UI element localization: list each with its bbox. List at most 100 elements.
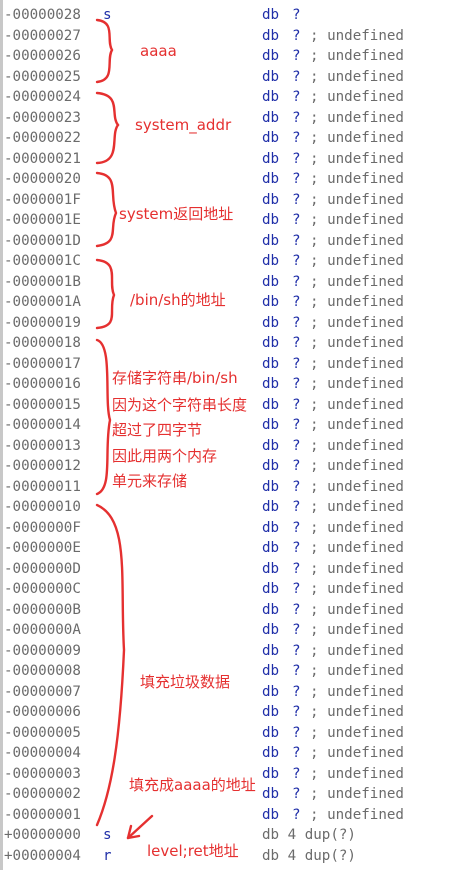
annotation-binsh-addr: /bin/sh的地址 (130, 291, 226, 309)
annotation-fill-aaaa-addr: 填充成aaaa的地址 (129, 776, 256, 794)
operand-value: ? (292, 478, 301, 495)
stack-row[interactable]: -0000000D db? ; undefined (0, 559, 452, 580)
comment-text: ; undefined (310, 581, 404, 597)
offset-label: -00000016 (4, 376, 81, 392)
comment-text: ; undefined (310, 437, 404, 454)
annotation-store-line-1: 存储字符串/bin/sh (112, 369, 238, 387)
annotation-store-line-2: 因为这个字符串长度 (112, 396, 248, 414)
directive-keyword: db (262, 376, 280, 392)
stack-row[interactable]: -00000024 db? ; undefined (0, 87, 452, 108)
stack-row[interactable]: -00000011 db? ; undefined (0, 477, 452, 498)
stack-row[interactable]: -00000005 db? ; undefined (0, 723, 452, 744)
comment-text: ; undefined (310, 191, 404, 208)
stack-row[interactable]: -00000010 db? ; undefined (0, 497, 452, 518)
directive-keyword: db (262, 724, 280, 741)
directive-keyword: db (262, 335, 280, 351)
directive-keyword: db (262, 745, 280, 761)
variable-name[interactable]: s (103, 825, 112, 846)
stack-row[interactable]: -00000018 db? ; undefined (0, 333, 452, 354)
operand-value: ? (292, 683, 301, 700)
directive-keyword: db (262, 499, 280, 515)
comment-text: ; undefined (310, 232, 404, 249)
directive-keyword: db (262, 212, 280, 228)
comment-text: ; undefined (310, 109, 404, 126)
stack-row[interactable]: -00000004 db? ; undefined (0, 743, 452, 764)
stack-row[interactable]: -0000001A db? ; undefined (0, 292, 452, 313)
offset-label: -00000025 (4, 68, 81, 85)
offset-label: -0000001D (4, 232, 81, 249)
directive-keyword: db (262, 48, 280, 64)
stack-row[interactable]: -0000001D db? ; undefined (0, 231, 452, 252)
directive-keyword: db 4 dup(?) (262, 847, 356, 864)
directive-keyword: db (262, 601, 280, 618)
offset-label: -00000015 (4, 396, 81, 413)
comment-text: ; undefined (310, 68, 404, 85)
comment-text: ; undefined (310, 27, 404, 44)
offset-label: -00000010 (4, 499, 81, 515)
operand-value: ? (292, 786, 301, 802)
annotation-system-return-addr: system返回地址 (119, 205, 234, 223)
stack-row[interactable]: -00000019 db? ; undefined (0, 313, 452, 334)
offset-label: -00000008 (4, 663, 81, 679)
stack-row[interactable]: -0000001C db? ; undefined (0, 251, 452, 272)
offset-label: -00000023 (4, 109, 81, 126)
comment-text: ; undefined (310, 212, 404, 228)
stack-row[interactable]: -00000025 db? ; undefined (0, 67, 452, 88)
stack-row[interactable]: -0000001B db? ; undefined (0, 272, 452, 293)
stack-row[interactable]: -00000001 db? ; undefined (0, 805, 452, 826)
stack-row[interactable]: -00000028 s db? (0, 5, 452, 26)
directive-keyword: db (262, 581, 280, 597)
comment-text: ; undefined (310, 314, 404, 331)
offset-label: -0000000A (4, 622, 81, 638)
directive-keyword: db (262, 478, 280, 495)
directive-keyword: db (262, 314, 280, 331)
comment-text: ; undefined (310, 130, 404, 146)
stack-row[interactable]: -00000026 db? ; undefined (0, 46, 452, 67)
offset-label: -00000006 (4, 704, 81, 720)
variable-name[interactable]: s (103, 5, 112, 26)
stack-row[interactable]: -00000014 db? ; undefined (0, 415, 452, 436)
stack-row[interactable]: -0000000F db? ; undefined (0, 518, 452, 539)
stack-row[interactable]: -00000006 db? ; undefined (0, 702, 452, 723)
comment-text: ; undefined (310, 601, 404, 618)
comment-text: ; undefined (310, 683, 404, 700)
stack-row[interactable]: -0000000B db? ; undefined (0, 600, 452, 621)
operand-value: ? (292, 581, 301, 597)
operand-value: ? (292, 68, 301, 85)
operand-value: ? (292, 171, 301, 187)
comment-text: ; undefined (310, 724, 404, 741)
comment-text: ; undefined (310, 806, 404, 823)
comment-text: ; undefined (310, 622, 404, 638)
comment-text: ; undefined (310, 540, 404, 556)
directive-keyword: db (262, 519, 280, 536)
stack-row[interactable]: -0000000C db? ; undefined (0, 579, 452, 600)
stack-row[interactable]: -0000000A db? ; undefined (0, 620, 452, 641)
directive-keyword: db (262, 7, 280, 23)
stack-row[interactable]: -00000012 db? ; undefined (0, 456, 452, 477)
directive-keyword: db 4 dup(?) (262, 827, 356, 843)
offset-label: -00000011 (4, 478, 81, 495)
offset-label: -00000014 (4, 417, 81, 433)
operand-value: ? (292, 130, 301, 146)
directive-keyword: db (262, 150, 280, 167)
operand-value: ? (292, 48, 301, 64)
stack-row[interactable]: -00000027 db? ; undefined (0, 26, 452, 47)
variable-name[interactable]: r (103, 846, 112, 867)
directive-keyword: db (262, 642, 280, 659)
operand-value: ? (292, 109, 301, 126)
offset-label: -00000003 (4, 765, 81, 782)
stack-row[interactable]: -0000000E db? ; undefined (0, 538, 452, 559)
directive-keyword: db (262, 253, 280, 269)
offset-label: -00000024 (4, 89, 81, 105)
offset-label: -00000027 (4, 27, 81, 44)
annotation-store-line-4: 因此用两个内存 (112, 447, 218, 465)
stack-row[interactable]: -00000020 db? ; undefined (0, 169, 452, 190)
directive-keyword: db (262, 663, 280, 679)
stack-row[interactable]: -00000021 db? ; undefined (0, 149, 452, 170)
comment-text: ; undefined (310, 48, 404, 64)
operand-value: ? (292, 437, 301, 454)
offset-label: -0000001F (4, 191, 81, 208)
stack-row[interactable]: -00000013 db? ; undefined (0, 436, 452, 457)
stack-row[interactable]: -00000009 db? ; undefined (0, 641, 452, 662)
comment-text: ; undefined (310, 253, 404, 269)
